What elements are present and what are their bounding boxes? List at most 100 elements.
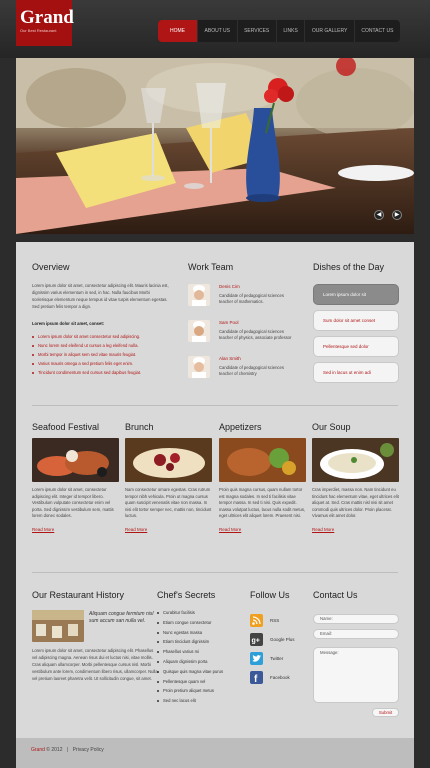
overview-intro: Lorem ipsum dolor sit amet, consectetur … bbox=[32, 283, 169, 309]
contact-name-field[interactable]: Name: bbox=[313, 614, 399, 624]
soup-image bbox=[312, 438, 399, 482]
footer-copyright: © 2012 bbox=[46, 747, 63, 753]
main-nav: HOME ABOUT US SERVICES LINKS OUR GALLERY… bbox=[158, 20, 400, 42]
team-member: Sam Pool Candidate of pedagogical scienc… bbox=[188, 320, 308, 350]
contact-email-field[interactable]: Email: bbox=[313, 629, 399, 639]
follow-label: RSS bbox=[270, 618, 280, 623]
contact-message-field[interactable]: Message: bbox=[313, 647, 399, 703]
nav-services[interactable]: SERVICES bbox=[238, 20, 277, 42]
contact-title: Contact Us bbox=[313, 590, 358, 600]
footer-text: Grand © 2012 | Privacy Policy bbox=[31, 747, 104, 753]
logo-tagline: Our Best Restaurant bbox=[20, 28, 57, 33]
chefs-list: Curabitur facilisis Etiam congue consect… bbox=[157, 608, 245, 706]
chef-secret-item[interactable]: Curabitur facilisis bbox=[157, 608, 245, 618]
divider bbox=[32, 405, 398, 406]
overview-item[interactable]: Morbi tempor in aliquet sem sed vitae ma… bbox=[32, 350, 178, 359]
card-text: Cras imperdiet, massa non. Nam tincidunt… bbox=[312, 487, 399, 518]
card-text: Proin quis magna cursus, quam nullam tor… bbox=[219, 487, 306, 518]
team-member-desc: Candidate of pedagogical sciences teache… bbox=[219, 365, 284, 376]
dish-item[interactable]: Lorem ipsum dolor sit bbox=[313, 284, 399, 305]
nav-home[interactable]: HOME bbox=[158, 20, 198, 42]
chef-secret-item[interactable]: Etiam congue consectetur bbox=[157, 618, 245, 628]
chef-avatar bbox=[188, 320, 210, 342]
chef-secret-item[interactable]: Sed nec lacus elit bbox=[157, 696, 245, 706]
feature-card: Seafood Festival Lorem ipsum dolor sit a… bbox=[32, 422, 119, 532]
history-quote: Aliquam congue fermtum nisl sum accum sa… bbox=[89, 611, 154, 624]
overview-item[interactable]: Tincidunt condimentum sed cursus sed dap… bbox=[32, 368, 178, 377]
chef-avatar bbox=[188, 284, 210, 306]
feature-card: Our Soup Cras imperdiet, massa non. Nam … bbox=[312, 422, 399, 532]
seafood-image bbox=[32, 438, 119, 482]
read-more-link[interactable]: Read More bbox=[219, 527, 306, 532]
svg-text:g+: g+ bbox=[252, 638, 260, 645]
chef-secret-item[interactable]: Aliquam dignissim porta bbox=[157, 657, 245, 667]
overview-item[interactable]: Nunc lorem sed eleifend ut cursus a leg … bbox=[32, 341, 178, 350]
team-title: Work Team bbox=[188, 262, 234, 272]
history-text: Lorem ipsum dolor sit amet, consectetur … bbox=[32, 648, 158, 681]
chef-avatar bbox=[188, 356, 210, 378]
team-member-desc: Candidate of pedagogical sciences teache… bbox=[219, 329, 292, 340]
overview-list: Lorem ipsum dolor sit amet consectetur s… bbox=[32, 332, 178, 377]
overview-title: Overview bbox=[32, 262, 70, 272]
overview-item[interactable]: Lorem ipsum dolor sit amet consectetur s… bbox=[32, 332, 178, 341]
chef-secret-item[interactable]: Etiam tincidunt dignissim bbox=[157, 637, 245, 647]
history-title: Our Restaurant History bbox=[32, 590, 125, 600]
overview-item[interactable]: Varius mauris omega a sed pretium felis … bbox=[32, 359, 178, 368]
card-title: Appetizers bbox=[219, 422, 262, 432]
footer-brand[interactable]: Grand bbox=[31, 747, 45, 753]
hero-next-button[interactable]: ▶ bbox=[392, 210, 402, 220]
dish-item[interactable]: Sed in lacus ut enim adi bbox=[313, 362, 399, 383]
read-more-link[interactable]: Read More bbox=[312, 527, 399, 532]
submit-button[interactable]: Submit bbox=[372, 708, 399, 717]
header-bar: Grand Our Best Restaurant HOME ABOUT US … bbox=[0, 0, 430, 58]
card-text: Nam consectetur ornare egestas. Cras rut… bbox=[125, 487, 212, 518]
team-member-name[interactable]: Sam Pool bbox=[219, 320, 239, 325]
svg-text:f: f bbox=[254, 674, 258, 684]
team-member: Denis Cim Candidate of pedagogical scien… bbox=[188, 284, 308, 314]
hero-prev-button[interactable]: ◀ bbox=[374, 210, 384, 220]
facebook-icon: f bbox=[250, 671, 263, 685]
team-member-name[interactable]: Alan Smith bbox=[219, 356, 241, 361]
follow-label: Facebook bbox=[270, 675, 290, 680]
hero-image bbox=[16, 58, 414, 234]
card-text: Lorem ipsum dolor sit amet, consectetur … bbox=[32, 487, 114, 518]
chef-secret-item[interactable]: Nunc egestas massa bbox=[157, 628, 245, 638]
twitter-icon bbox=[250, 652, 263, 665]
nav-our-gallery[interactable]: OUR GALLERY bbox=[305, 20, 355, 42]
nav-contact-us[interactable]: CONTACT US bbox=[355, 20, 400, 42]
dish-item[interactable]: Sum dolor sit amet conset bbox=[313, 310, 399, 331]
logo-name: Grand bbox=[20, 7, 74, 28]
overview-subtitle: Lorem ipsum dolor sit amet, conset: bbox=[32, 321, 105, 326]
nav-about-us[interactable]: ABOUT US bbox=[198, 20, 238, 42]
brunch-image bbox=[125, 438, 212, 482]
dish-item[interactable]: Pellentesque sed dolor bbox=[313, 336, 399, 357]
follow-title: Follow Us bbox=[250, 590, 290, 600]
appetizers-image bbox=[219, 438, 306, 482]
follow-label: Twitter bbox=[270, 656, 284, 661]
rss-icon bbox=[250, 614, 263, 627]
feature-card: Brunch Nam consectetur ornare egestas. C… bbox=[125, 422, 212, 532]
footer-separator: | bbox=[66, 747, 69, 753]
history-image bbox=[32, 610, 84, 642]
chef-secret-item[interactable]: Proin pretium aliquet metus bbox=[157, 686, 245, 696]
privacy-policy-link[interactable]: Privacy Policy bbox=[73, 747, 104, 753]
follow-label: Google Plus bbox=[270, 637, 295, 642]
footer: Grand © 2012 | Privacy Policy bbox=[16, 738, 414, 768]
team-member: Alan Smith Candidate of pedagogical scie… bbox=[188, 356, 308, 386]
card-title: Seafood Festival bbox=[32, 422, 100, 432]
chef-secret-item[interactable]: Quisque quis magna vitae purus bbox=[157, 667, 245, 677]
google-plus-icon: g+ bbox=[250, 633, 263, 646]
read-more-link[interactable]: Read More bbox=[125, 527, 212, 532]
nav-links[interactable]: LINKS bbox=[277, 20, 306, 42]
divider bbox=[32, 572, 398, 573]
content-area: Overview Lorem ipsum dolor sit amet, con… bbox=[16, 242, 414, 738]
logo[interactable]: Grand Our Best Restaurant bbox=[16, 0, 74, 46]
feature-card: Appetizers Proin quis magna cursus, quam… bbox=[219, 422, 306, 532]
chef-secret-item[interactable]: Phasellus varius mi bbox=[157, 647, 245, 657]
team-member-name[interactable]: Denis Cim bbox=[219, 284, 240, 289]
chef-secret-item[interactable]: Pellentesque quam vel bbox=[157, 677, 245, 687]
card-title: Brunch bbox=[125, 422, 154, 432]
hero-slider: ◀ ▶ bbox=[16, 58, 414, 234]
read-more-link[interactable]: Read More bbox=[32, 527, 119, 532]
card-title: Our Soup bbox=[312, 422, 351, 432]
